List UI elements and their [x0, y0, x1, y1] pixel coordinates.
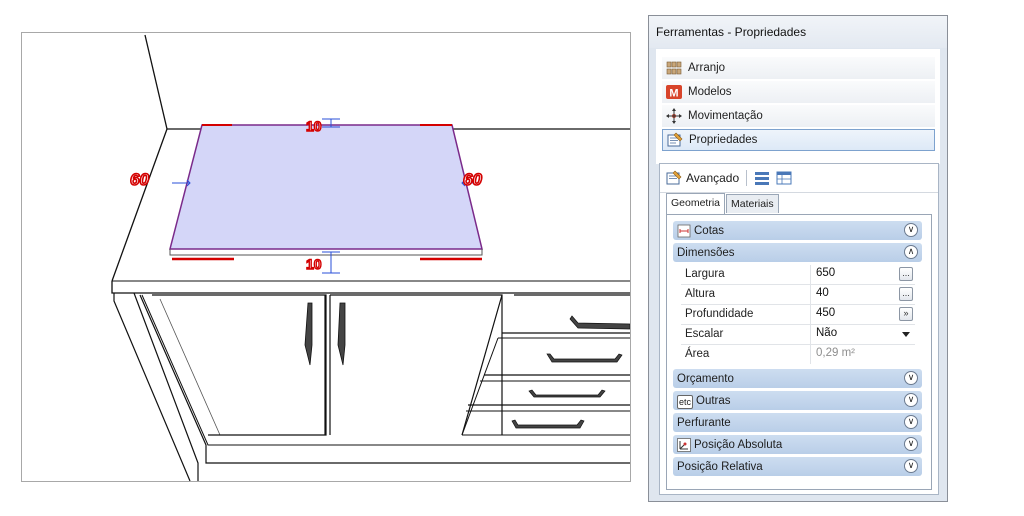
group-orcamento[interactable]: Orçamento ∨ — [673, 369, 922, 388]
property-area: Área 0,29 m² — [681, 345, 915, 365]
dimension-label-left: 60 — [130, 170, 149, 189]
collapse-chevron-icon[interactable]: ∧ — [904, 245, 918, 259]
expand-chevron-icon[interactable]: ∨ — [904, 415, 918, 429]
etc-icon-text: etc — [677, 394, 694, 409]
category-arranjo[interactable]: Arranjo — [662, 57, 935, 79]
properties-content: Avançado Geometria Materiais Cotas ∨ Dim… — [659, 163, 939, 495]
advanced-toolbar: Avançado — [660, 164, 938, 193]
kitchen-scene: 60 60 10 10 — [111, 34, 630, 481]
area-value: 0,29 m² — [816, 347, 855, 359]
svg-text:M: M — [669, 88, 678, 100]
profundidade-value[interactable]: 450 — [816, 307, 835, 319]
etc-icon: etc — [677, 394, 694, 409]
geometria-tab-body: Cotas ∨ Dimensões ∧ Largura 650 ... Altu… — [666, 214, 932, 490]
property-name: Profundidade — [685, 308, 754, 320]
move-icon — [666, 108, 682, 124]
property-name: Área — [685, 348, 710, 360]
group-label: Cotas — [694, 224, 725, 237]
category-label: Modelos — [688, 86, 732, 98]
category-propriedades[interactable]: Propriedades — [662, 129, 935, 151]
expand-chevron-icon[interactable]: ∨ — [904, 459, 918, 473]
tab-geometria[interactable]: Geometria — [666, 193, 726, 214]
modelos-icon: M — [666, 84, 682, 100]
group-label: Perfurante — [677, 416, 731, 429]
group-cotas[interactable]: Cotas ∨ — [673, 221, 922, 240]
panel-title: Ferramentas - Propriedades — [649, 16, 947, 48]
table-view-icon[interactable] — [776, 170, 792, 186]
property-largura: Largura 650 ... — [681, 265, 915, 285]
coordinates-icon — [677, 437, 691, 452]
category-modelos[interactable]: M Modelos — [662, 81, 935, 103]
tab-bar: Geometria Materiais — [666, 193, 780, 214]
tab-materiais[interactable]: Materiais — [726, 194, 779, 213]
advanced-icon — [666, 170, 682, 186]
properties-panel: Ferramentas - Propriedades Arranjo M Mod… — [648, 15, 948, 502]
expand-chevron-icon[interactable]: ∨ — [904, 437, 918, 451]
group-label: Orçamento — [677, 372, 734, 385]
dimension-label-right: 60 — [463, 170, 482, 189]
category-label: Propriedades — [689, 134, 758, 146]
list-view-icon[interactable] — [754, 170, 770, 186]
arranjo-icon — [666, 60, 682, 76]
altura-ellipsis-button[interactable]: ... — [899, 287, 913, 301]
group-label: Posição Relativa — [677, 460, 763, 473]
advanced-button[interactable]: Avançado — [686, 171, 739, 185]
dimension-label-top: 10 — [306, 118, 322, 134]
dropdown-arrow-icon[interactable] — [902, 332, 910, 337]
group-dimensoes[interactable]: Dimensões ∧ — [673, 243, 922, 262]
property-name: Escalar — [685, 328, 724, 340]
category-label: Movimentação — [688, 110, 763, 122]
properties-icon — [667, 132, 683, 148]
3d-viewport[interactable]: 60 60 10 10 — [21, 32, 631, 482]
largura-value[interactable]: 650 — [816, 267, 835, 279]
property-altura: Altura 40 ... — [681, 285, 915, 305]
group-perfurante[interactable]: Perfurante ∨ — [673, 413, 922, 432]
column-divider — [810, 305, 811, 324]
group-label: Outras — [696, 394, 731, 407]
category-list: Arranjo M Modelos Movimentação Proprieda… — [656, 49, 940, 164]
column-divider — [810, 325, 811, 344]
group-label: Posição Absoluta — [694, 438, 783, 451]
property-name: Altura — [685, 288, 716, 300]
selected-countertop — [169, 124, 483, 250]
dimension-label-bottom: 10 — [306, 256, 322, 272]
toolbar-divider — [746, 170, 748, 186]
altura-value[interactable]: 40 — [816, 287, 829, 299]
property-profundidade: Profundidade 450 » — [681, 305, 915, 325]
category-label: Arranjo — [688, 62, 726, 74]
expand-chevron-icon[interactable]: ∨ — [904, 371, 918, 385]
group-outras[interactable]: etc Outras ∨ — [673, 391, 922, 410]
profundidade-expand-button[interactable]: » — [899, 307, 913, 321]
cotas-icon — [677, 224, 691, 238]
group-posicao-absoluta[interactable]: Posição Absoluta ∨ — [673, 435, 922, 454]
column-divider — [810, 285, 811, 304]
expand-chevron-icon[interactable]: ∨ — [904, 393, 918, 407]
column-divider — [810, 265, 811, 284]
expand-chevron-icon[interactable]: ∨ — [904, 223, 918, 237]
column-divider — [810, 345, 811, 364]
category-movimentacao[interactable]: Movimentação — [662, 105, 935, 127]
group-label: Dimensões — [677, 246, 735, 259]
group-posicao-relativa[interactable]: Posição Relativa ∨ — [673, 457, 922, 476]
property-name: Largura — [685, 268, 725, 280]
escalar-select[interactable]: Não — [816, 327, 837, 339]
property-escalar: Escalar Não — [681, 325, 915, 345]
largura-ellipsis-button[interactable]: ... — [899, 267, 913, 281]
